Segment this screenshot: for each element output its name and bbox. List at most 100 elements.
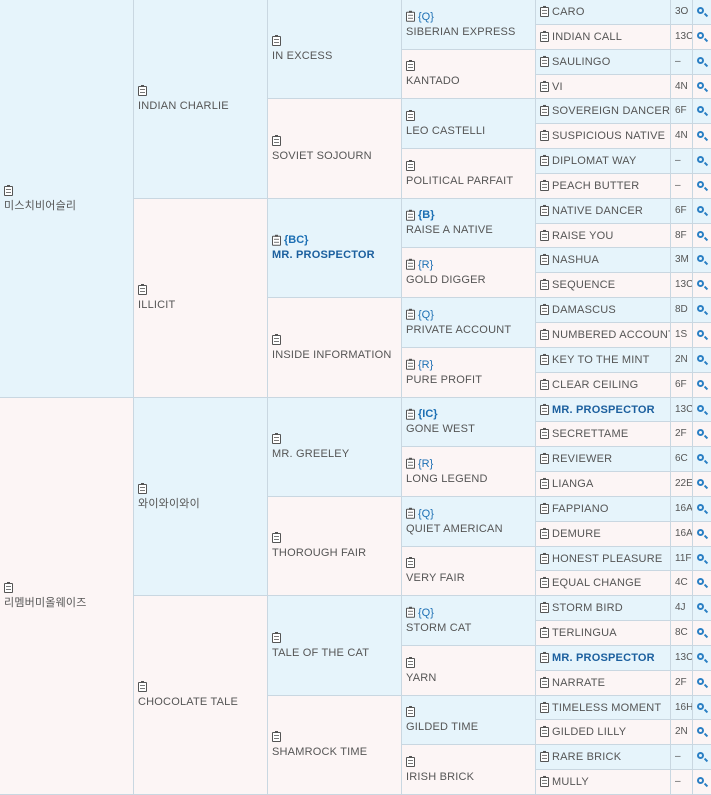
horse-name[interactable]: SUSPICIOUS NATIVE <box>552 130 665 142</box>
clipboard-icon[interactable] <box>138 482 147 494</box>
clipboard-icon[interactable] <box>540 155 549 167</box>
clipboard-icon[interactable] <box>540 379 549 391</box>
clipboard-icon[interactable] <box>406 457 415 469</box>
magnifier-icon[interactable] <box>697 206 704 213</box>
horse-name[interactable]: STORM BIRD <box>552 602 623 614</box>
horse-name[interactable]: PRIVATE ACCOUNT <box>406 323 533 338</box>
clipboard-icon[interactable] <box>272 134 281 146</box>
horse-name[interactable]: SOVIET SOJOURN <box>272 149 399 164</box>
horse-name[interactable]: NARRATE <box>552 677 605 689</box>
magnifier-icon[interactable] <box>697 529 704 536</box>
magnifier-icon[interactable] <box>697 106 704 113</box>
horse-name[interactable]: GOLD DIGGER <box>406 273 533 288</box>
clipboard-icon[interactable] <box>406 209 415 221</box>
horse-name[interactable]: QUIET AMERICAN <box>406 522 533 537</box>
clipboard-icon[interactable] <box>540 304 549 316</box>
horse-name[interactable]: NUMBERED ACCOUNT <box>552 329 670 341</box>
clipboard-icon[interactable] <box>540 701 549 713</box>
horse-name[interactable]: LIANGA <box>552 478 594 490</box>
magnifier-icon[interactable] <box>697 380 704 387</box>
clipboard-icon[interactable] <box>540 31 549 43</box>
clipboard-icon[interactable] <box>540 602 549 614</box>
clipboard-icon[interactable] <box>540 6 549 18</box>
horse-name[interactable]: CLEAR CEILING <box>552 379 638 391</box>
magnifier-icon[interactable] <box>697 355 704 362</box>
horse-name[interactable]: PEACH BUTTER <box>552 180 639 192</box>
magnifier-icon[interactable] <box>697 305 704 312</box>
horse-name[interactable]: NATIVE DANCER <box>552 205 643 217</box>
clipboard-icon[interactable] <box>540 552 549 564</box>
clipboard-icon[interactable] <box>272 631 281 643</box>
horse-name[interactable]: TALE OF THE CAT <box>272 646 399 661</box>
horse-name[interactable]: FAPPIANO <box>552 503 609 515</box>
clipboard-icon[interactable] <box>540 403 549 415</box>
clipboard-icon[interactable] <box>540 56 549 68</box>
magnifier-icon[interactable] <box>697 653 704 660</box>
horse-name[interactable]: HONEST PLEASURE <box>552 553 662 565</box>
clipboard-icon[interactable] <box>272 35 281 47</box>
horse-name[interactable]: SOVEREIGN DANCER <box>552 105 670 117</box>
magnifier-icon[interactable] <box>697 603 704 610</box>
clipboard-icon[interactable] <box>406 706 415 718</box>
horse-name[interactable]: TERLINGUA <box>552 627 617 639</box>
horse-name[interactable]: VI <box>552 81 563 93</box>
clipboard-icon[interactable] <box>406 358 415 370</box>
horse-name[interactable]: SIBERIAN EXPRESS <box>406 25 533 40</box>
magnifier-icon[interactable] <box>697 727 704 734</box>
clipboard-icon[interactable] <box>138 85 147 97</box>
horse-name[interactable]: THOROUGH FAIR <box>272 546 399 561</box>
clipboard-icon[interactable] <box>272 433 281 445</box>
clipboard-icon[interactable] <box>540 627 549 639</box>
magnifier-icon[interactable] <box>697 628 704 635</box>
horse-name[interactable]: KEY TO THE MINT <box>552 354 650 366</box>
clipboard-icon[interactable] <box>406 755 415 767</box>
magnifier-icon[interactable] <box>697 454 704 461</box>
clipboard-icon[interactable] <box>540 428 549 440</box>
clipboard-icon[interactable] <box>406 606 415 618</box>
horse-name[interactable]: INSIDE INFORMATION <box>272 348 399 363</box>
clipboard-icon[interactable] <box>272 333 281 345</box>
horse-name[interactable]: ILLICIT <box>138 298 265 313</box>
horse-name[interactable]: 리멤버미올웨이즈 <box>4 596 131 611</box>
clipboard-icon[interactable] <box>540 105 549 117</box>
clipboard-icon[interactable] <box>406 10 415 22</box>
horse-name[interactable]: EQUAL CHANGE <box>552 577 641 589</box>
horse-name[interactable]: NASHUA <box>552 254 599 266</box>
horse-name[interactable]: GILDED TIME <box>406 720 533 735</box>
horse-name[interactable]: MULLY <box>552 776 589 788</box>
clipboard-icon[interactable] <box>540 279 549 291</box>
clipboard-icon[interactable] <box>4 184 13 196</box>
horse-name[interactable]: INDIAN CALL <box>552 31 622 43</box>
magnifier-icon[interactable] <box>697 280 704 287</box>
horse-name[interactable]: LEO CASTELLI <box>406 124 533 139</box>
magnifier-icon[interactable] <box>697 7 704 14</box>
horse-name[interactable]: REVIEWER <box>552 453 612 465</box>
magnifier-icon[interactable] <box>697 181 704 188</box>
clipboard-icon[interactable] <box>406 109 415 121</box>
clipboard-icon[interactable] <box>4 582 13 594</box>
clipboard-icon[interactable] <box>540 776 549 788</box>
clipboard-icon[interactable] <box>272 234 281 246</box>
horse-name[interactable]: YARN <box>406 671 533 686</box>
horse-name[interactable]: GILDED LILLY <box>552 726 626 738</box>
clipboard-icon[interactable] <box>406 507 415 519</box>
horse-name[interactable]: KANTADO <box>406 74 533 89</box>
magnifier-icon[interactable] <box>697 82 704 89</box>
horse-name[interactable]: RARE BRICK <box>552 751 621 763</box>
clipboard-icon[interactable] <box>138 284 147 296</box>
clipboard-icon[interactable] <box>540 205 549 217</box>
magnifier-icon[interactable] <box>697 504 704 511</box>
clipboard-icon[interactable] <box>540 751 549 763</box>
horse-name[interactable]: INDIAN CHARLIE <box>138 99 265 114</box>
clipboard-icon[interactable] <box>540 80 549 92</box>
horse-name[interactable]: IRISH BRICK <box>406 770 533 785</box>
clipboard-icon[interactable] <box>540 652 549 664</box>
horse-name[interactable]: CARO <box>552 6 585 18</box>
clipboard-icon[interactable] <box>406 308 415 320</box>
clipboard-icon[interactable] <box>272 532 281 544</box>
magnifier-icon[interactable] <box>697 777 704 784</box>
clipboard-icon[interactable] <box>540 180 549 192</box>
clipboard-icon[interactable] <box>540 354 549 366</box>
magnifier-icon[interactable] <box>697 156 704 163</box>
horse-name[interactable]: MR. GREELEY <box>272 447 399 462</box>
